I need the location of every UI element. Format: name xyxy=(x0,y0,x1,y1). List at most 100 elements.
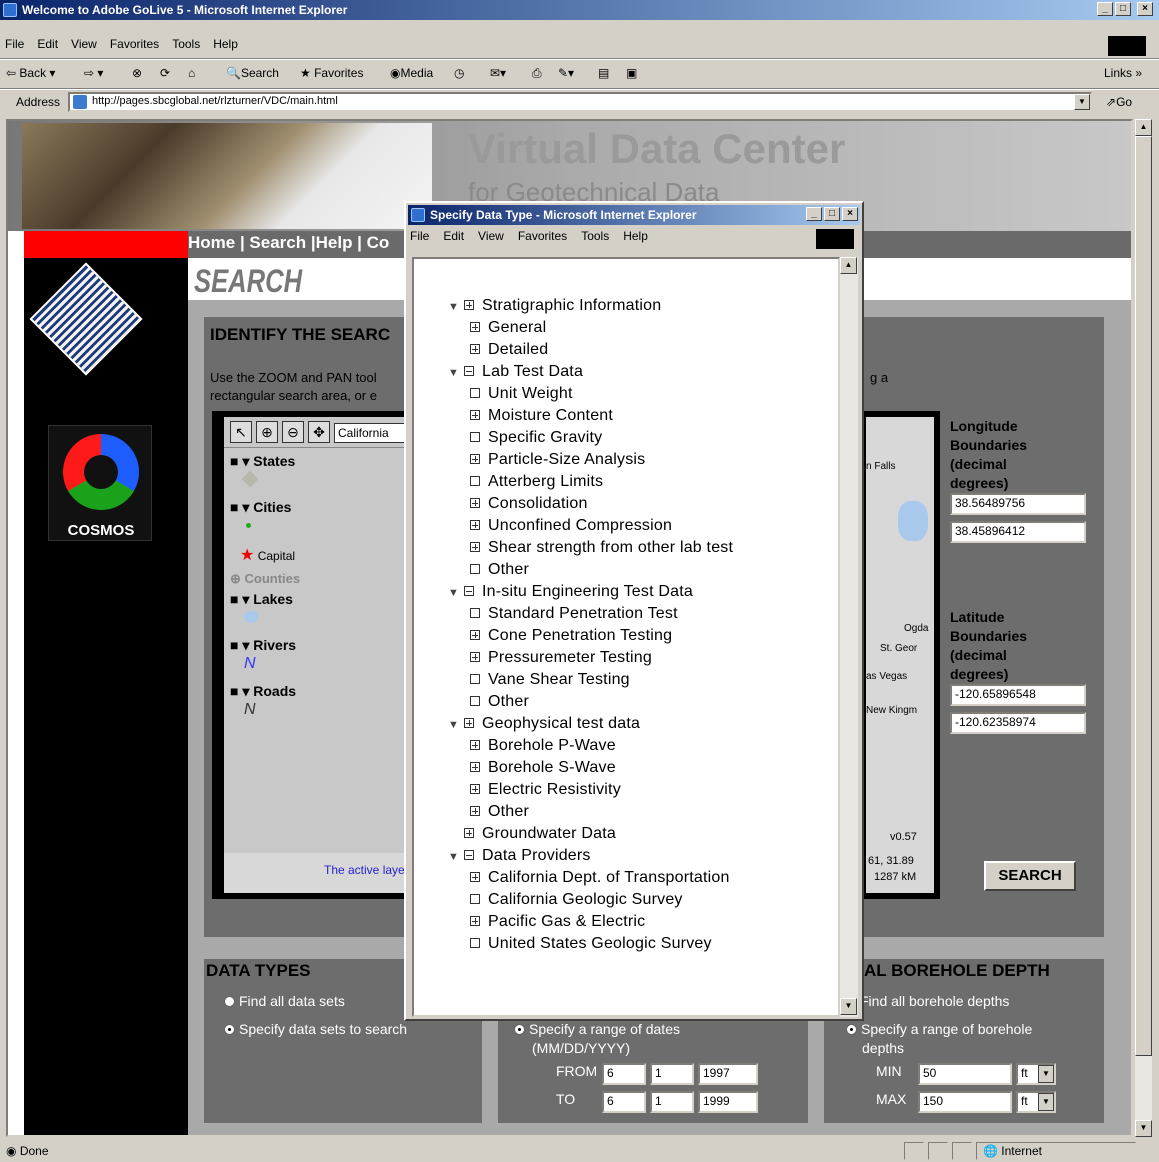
expand-box-icon[interactable] xyxy=(470,872,480,882)
tree-item[interactable]: Shear strength from other lab test xyxy=(448,537,733,559)
checkbox-icon[interactable] xyxy=(470,674,480,684)
from-day-input[interactable]: 1 xyxy=(650,1063,694,1085)
search-button[interactable]: 🔍Search xyxy=(226,66,279,80)
to-year-input[interactable]: 1999 xyxy=(698,1091,758,1113)
from-month-input[interactable]: 6 xyxy=(602,1063,646,1085)
minimize-button[interactable]: _ xyxy=(1097,2,1113,16)
menu-help[interactable]: Help xyxy=(208,34,246,51)
collapse-box-icon[interactable] xyxy=(464,366,474,376)
search-button[interactable]: SEARCH xyxy=(984,861,1076,891)
media-button[interactable]: ◉Media xyxy=(390,66,433,80)
layer-rivers[interactable]: ■ ▾ Rivers xyxy=(230,637,296,654)
checkbox-icon[interactable] xyxy=(470,388,480,398)
tree-item[interactable]: Other xyxy=(448,691,733,713)
tree-category[interactable]: ▼ Data Providers xyxy=(448,845,733,867)
layer-counties[interactable]: ⊕ Counties xyxy=(230,571,300,587)
scroll-up-icon[interactable]: ▲ xyxy=(1135,119,1152,136)
print-icon[interactable]: ⎙ xyxy=(532,66,542,81)
tree-item[interactable]: Moisture Content xyxy=(448,405,733,427)
radio-all-data[interactable]: Find all data sets xyxy=(224,993,345,1009)
tree-item[interactable]: General xyxy=(448,317,733,339)
tree-item[interactable]: Consolidation xyxy=(448,493,733,515)
tree-item[interactable]: Borehole S-Wave xyxy=(448,757,733,779)
expand-box-icon[interactable] xyxy=(464,300,474,310)
expand-box-icon[interactable] xyxy=(470,652,480,662)
history-icon[interactable]: ◷ xyxy=(454,66,464,80)
checkbox-icon[interactable] xyxy=(470,894,480,904)
popup-menu-file[interactable]: File xyxy=(410,229,429,243)
min-unit-dropdown-icon[interactable]: ▼ xyxy=(1038,1065,1054,1083)
layer-lakes[interactable]: ■ ▾ Lakes xyxy=(230,591,293,608)
checkbox-icon[interactable] xyxy=(470,608,480,618)
expand-box-icon[interactable] xyxy=(464,718,474,728)
tree-item[interactable]: Specific Gravity xyxy=(448,427,733,449)
expand-triangle-icon[interactable]: ▼ xyxy=(448,582,464,604)
state-select[interactable]: California xyxy=(334,423,406,443)
go-button[interactable]: ⇗Go xyxy=(1106,95,1132,109)
expand-box-icon[interactable] xyxy=(470,344,480,354)
map-canvas[interactable] xyxy=(866,417,934,855)
checkbox-icon[interactable] xyxy=(470,938,480,948)
popup-menu-help[interactable]: Help xyxy=(623,229,648,243)
expand-triangle-icon[interactable]: ▼ xyxy=(448,296,464,318)
forward-button[interactable]: ⇨ ▾ xyxy=(84,66,103,80)
layer-roads[interactable]: ■ ▾ Roads xyxy=(230,683,296,700)
tree-item[interactable]: Vane Shear Testing xyxy=(448,669,733,691)
expand-triangle-icon[interactable]: ▼ xyxy=(448,846,464,868)
from-year-input[interactable]: 1997 xyxy=(698,1063,758,1085)
popup-scrollbar[interactable]: ▲ ▼ xyxy=(840,257,858,1017)
menu-file[interactable]: File xyxy=(0,34,32,51)
checkbox-icon[interactable] xyxy=(470,696,480,706)
expand-box-icon[interactable] xyxy=(470,806,480,816)
expand-box-icon[interactable] xyxy=(470,498,480,508)
tree-item[interactable]: Other xyxy=(448,559,733,581)
radio-all-depths[interactable]: Find all borehole depths xyxy=(860,993,1009,1009)
expand-box-icon[interactable] xyxy=(470,762,480,772)
links-button[interactable]: Links » xyxy=(1104,66,1142,80)
expand-box-icon[interactable] xyxy=(470,630,480,640)
expand-box-icon[interactable] xyxy=(464,828,474,838)
messenger-icon[interactable]: ▣ xyxy=(626,66,637,80)
checkbox-icon[interactable] xyxy=(470,476,480,486)
tree-category[interactable]: ▼ In-situ Engineering Test Data xyxy=(448,581,733,603)
tree-category[interactable]: ▼ Geophysical test data xyxy=(448,713,733,735)
tree-category[interactable]: ▼ Stratigraphic Information xyxy=(448,295,733,317)
to-month-input[interactable]: 6 xyxy=(602,1091,646,1113)
radio-date-range[interactable]: Specify a range of dates xyxy=(514,1021,680,1037)
menu-edit[interactable]: Edit xyxy=(32,34,66,51)
checkbox-icon[interactable] xyxy=(470,432,480,442)
maximize-button[interactable]: □ xyxy=(1115,2,1131,16)
zoom-out-icon[interactable]: ⊖ xyxy=(282,421,304,443)
expand-box-icon[interactable] xyxy=(470,520,480,530)
to-day-input[interactable]: 1 xyxy=(650,1091,694,1113)
mail-icon[interactable]: ✉▾ xyxy=(490,66,506,80)
zoom-in-icon[interactable]: ⊕ xyxy=(256,421,278,443)
checkbox-icon[interactable] xyxy=(470,564,480,574)
cosmos-logo[interactable]: COSMOS xyxy=(48,425,152,541)
scroll-down-icon[interactable]: ▼ xyxy=(1135,1120,1152,1137)
max-unit-dropdown-icon[interactable]: ▼ xyxy=(1038,1093,1054,1111)
expand-box-icon[interactable] xyxy=(470,322,480,332)
max-depth-input[interactable]: 150 xyxy=(918,1091,1012,1113)
address-input[interactable]: http://pages.sbcglobal.net/rlzturner/VDC… xyxy=(68,92,1092,112)
popup-menu-view[interactable]: View xyxy=(478,229,504,243)
scroll-thumb[interactable] xyxy=(1135,136,1152,1056)
tree-item[interactable]: Atterberg Limits xyxy=(448,471,733,493)
min-depth-input[interactable]: 50 xyxy=(918,1063,1012,1085)
home-icon[interactable]: ⌂ xyxy=(188,66,195,80)
tree-category[interactable]: Groundwater Data xyxy=(448,823,733,845)
address-dropdown[interactable]: ▼ xyxy=(1074,94,1090,110)
popup-menu-tools[interactable]: Tools xyxy=(581,229,609,243)
favorites-button[interactable]: ★ Favorites xyxy=(300,66,363,80)
layer-cities[interactable]: ■ ▾ Cities xyxy=(230,499,291,516)
longitude-input-2[interactable]: 38.45896412 xyxy=(950,521,1086,543)
tree-item[interactable]: Unconfined Compression xyxy=(448,515,733,537)
discuss-icon[interactable]: ▤ xyxy=(598,66,609,80)
tree-category[interactable]: ▼ Lab Test Data xyxy=(448,361,733,383)
popup-maximize-button[interactable]: □ xyxy=(824,207,840,221)
popup-close-button[interactable]: × xyxy=(842,207,858,221)
close-button[interactable]: × xyxy=(1137,2,1153,16)
tree-item[interactable]: Particle-Size Analysis xyxy=(448,449,733,471)
menu-view[interactable]: View xyxy=(66,34,105,51)
tree-item[interactable]: Standard Penetration Test xyxy=(448,603,733,625)
